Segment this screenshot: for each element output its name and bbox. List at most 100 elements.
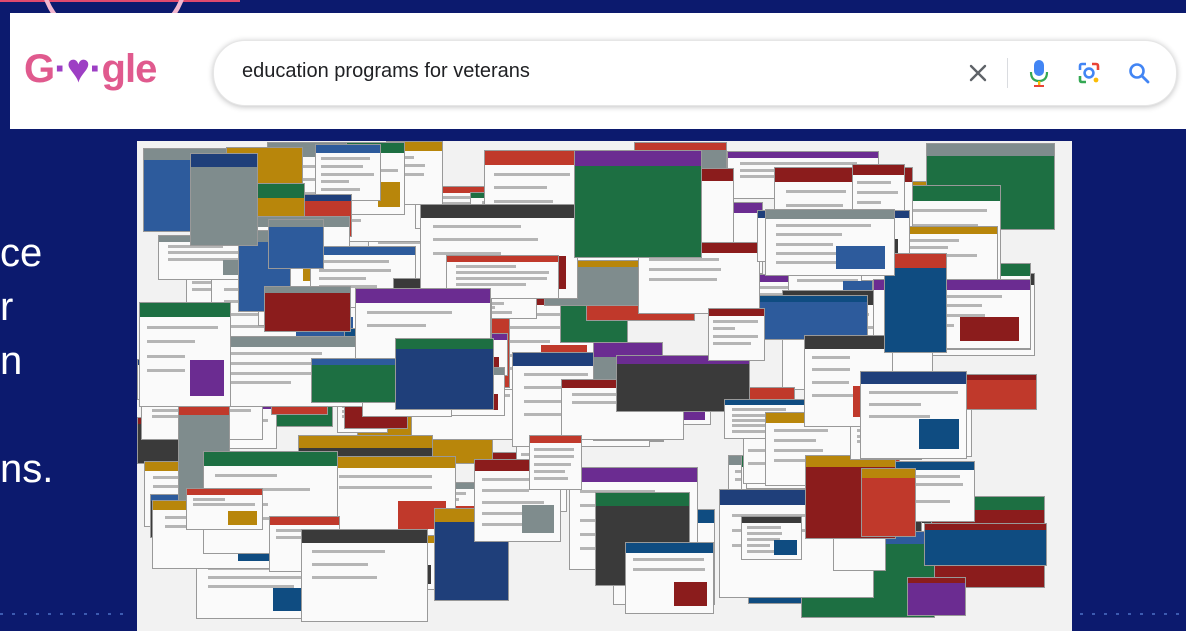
thumbnail-text-line xyxy=(321,157,370,161)
thumbnail-text-line xyxy=(321,187,361,191)
thumbnail-text-line xyxy=(455,271,550,275)
webpage-thumbnail xyxy=(625,542,714,614)
thumbnail-text-line xyxy=(811,381,850,384)
thumbnail-header-bar xyxy=(753,296,867,303)
thumbnail-image xyxy=(774,540,797,555)
google-doodle-logo[interactable]: G·♥·gle xyxy=(24,47,158,92)
thumbnail-text-line xyxy=(713,320,759,324)
thumbnail-text-line xyxy=(746,543,771,547)
thumbnail-text-line xyxy=(433,225,521,229)
thumbnail-header-bar xyxy=(396,339,493,349)
thumbnail-image xyxy=(189,359,224,396)
thumbnail-text-line xyxy=(776,233,842,237)
webpage-thumbnail xyxy=(190,153,258,246)
thumbnail-header-bar xyxy=(900,186,1000,201)
thumbnail-header-bar xyxy=(269,220,323,227)
thumbnail-text-line xyxy=(534,447,575,451)
thumbnail-text-line xyxy=(908,209,987,213)
thumbnail-header-bar xyxy=(204,452,337,467)
thumbnail-text-line xyxy=(869,402,921,406)
thumbnail-text-line xyxy=(455,265,516,269)
thumbnail-header-bar xyxy=(299,436,432,448)
thumbnail-text-line xyxy=(632,558,705,562)
thumbnail-text-line xyxy=(214,474,278,478)
search-icon[interactable] xyxy=(1120,55,1158,91)
webpage-thumbnail xyxy=(765,209,895,276)
thumbnail-text-line xyxy=(648,278,717,281)
search-box[interactable]: education programs for veterans xyxy=(213,40,1177,106)
thumbnail-text-line xyxy=(774,428,829,432)
webpage-thumbnail xyxy=(395,338,494,410)
logo-letters-gle: gle xyxy=(101,47,158,91)
webpage-thumbnail xyxy=(268,219,324,269)
slide-partial-text: ce r n ns. xyxy=(0,226,53,496)
webpage-thumbnail xyxy=(752,295,868,340)
thumbnail-text-line xyxy=(230,352,322,356)
thumbnail-text-line xyxy=(494,186,548,190)
thumbnail-header-bar xyxy=(140,303,230,318)
camera-lens-icon[interactable] xyxy=(1070,55,1108,91)
webpage-thumbnail xyxy=(907,577,966,616)
thumbnail-text-line xyxy=(319,268,392,272)
thumbnail-text-line xyxy=(366,310,453,314)
text-fragment-1: ce xyxy=(0,231,43,275)
webpage-thumbnail xyxy=(741,516,802,560)
thumbnail-text-line xyxy=(869,415,931,418)
text-fragment-2: r xyxy=(0,285,14,329)
thumbnail-image xyxy=(673,581,707,606)
thumbnail-text-line xyxy=(147,354,185,358)
webpage-thumbnail xyxy=(924,523,1047,566)
webpage-thumbnail xyxy=(315,144,381,201)
thumbnail-text-line xyxy=(312,575,377,579)
search-input[interactable]: education programs for veterans xyxy=(242,60,530,83)
decorative-dotted-line-left xyxy=(0,613,130,615)
thumbnail-header-bar xyxy=(329,457,455,469)
thumbnail-text-line xyxy=(312,550,385,554)
thumbnail-header-bar xyxy=(421,205,577,219)
thumbnail-text-line xyxy=(481,500,544,504)
decorative-dotted-line-right xyxy=(1080,613,1186,615)
thumbnail-text-line xyxy=(713,327,736,331)
text-fragment-3: n xyxy=(0,339,23,383)
thumbnail-image xyxy=(959,317,1020,342)
thumbnail-text-line xyxy=(776,224,871,228)
thumbnail-header-bar xyxy=(570,468,697,483)
thumbnail-text-line xyxy=(776,260,837,264)
close-icon[interactable] xyxy=(959,55,997,91)
thumbnail-text-line xyxy=(208,575,313,579)
thumbnail-text-line xyxy=(481,489,529,493)
search-header: G·♥·gle education programs for veterans xyxy=(10,13,1186,129)
thumbnail-text-line xyxy=(339,474,433,478)
thumbnail-header-bar xyxy=(908,578,965,584)
thumbnail-text-line xyxy=(713,341,752,345)
thumbnail-text-line xyxy=(494,172,571,176)
thumbnail-text-line xyxy=(746,532,783,536)
thumbnail-header-bar xyxy=(927,144,1054,156)
webpage-thumbnail xyxy=(529,435,582,490)
thumbnail-header-bar xyxy=(766,210,894,220)
thumbnail-text-line xyxy=(523,373,588,377)
thumbnail-text-line xyxy=(147,340,195,344)
thumbnail-text-line xyxy=(455,277,547,280)
thumbnail-header-bar xyxy=(853,165,904,176)
thumbnail-header-bar xyxy=(862,469,915,479)
thumbnail-header-bar xyxy=(265,287,350,294)
text-fragment-5: ns. xyxy=(0,447,54,491)
thumbnail-text-line xyxy=(713,334,758,338)
microphone-icon[interactable] xyxy=(1020,55,1058,91)
thumbnail-text-line xyxy=(193,497,225,501)
thumbnail-header-bar xyxy=(709,309,764,317)
logo-letter-g: G xyxy=(24,47,55,91)
thumbnail-header-bar xyxy=(219,337,368,347)
thumbnail-header-bar xyxy=(356,289,490,303)
thumbnail-header-bar xyxy=(728,152,878,159)
webpage-thumbnail xyxy=(861,468,916,537)
thumbnail-text-line xyxy=(230,381,291,385)
webpage-thumbnail xyxy=(186,488,263,530)
logo-heart-dots: ·♥· xyxy=(54,47,102,91)
thumbnail-text-line xyxy=(147,325,219,329)
thumbnail-text-line xyxy=(366,324,426,328)
thumbnail-image xyxy=(228,511,257,525)
thumbnail-text-line xyxy=(321,172,375,176)
thumbnail-text-line xyxy=(534,462,571,466)
